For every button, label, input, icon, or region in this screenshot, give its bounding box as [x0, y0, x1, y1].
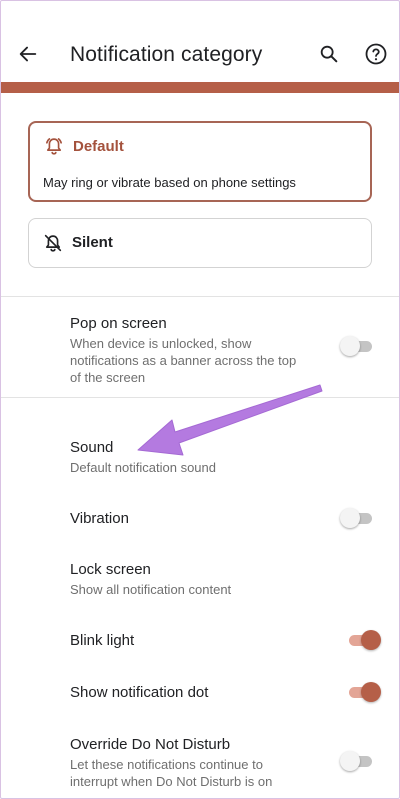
help-button[interactable] [361, 39, 391, 69]
vibration-title: Vibration [70, 510, 129, 527]
blink-light-title: Blink light [70, 632, 135, 649]
override-dnd-title: Override Do Not Disturb [70, 736, 231, 753]
toggle-thumb [361, 682, 381, 702]
override-dnd-toggle[interactable] [340, 750, 374, 772]
pop-on-screen-title: Pop on screen [70, 315, 167, 332]
bell-off-icon [42, 232, 64, 254]
sound-subtitle: Default notification sound [70, 460, 216, 475]
override-dnd-description: Let these notifications continue to inte… [70, 756, 328, 790]
notification-dot-title: Show notification dot [70, 684, 209, 701]
accent-bar [0, 82, 400, 93]
sound-title: Sound [70, 439, 114, 456]
override-dnd-description-line: interrupt when Do Not Disturb is on [70, 774, 273, 789]
override-dnd-description-line: Let these notifications continue to [70, 757, 263, 772]
notification-dot-row[interactable]: Show notification dot [0, 674, 400, 714]
sound-row[interactable]: Sound Default notification sound [0, 430, 400, 484]
bell-ring-icon [43, 135, 65, 157]
arrow-back-icon [19, 46, 37, 62]
lock-screen-subtitle: Show all notification content [70, 582, 232, 597]
vibration-row[interactable]: Vibration [0, 500, 400, 540]
blink-light-row[interactable]: Blink light [0, 622, 400, 662]
page-title: Notification category [70, 43, 263, 66]
lock-screen-row[interactable]: Lock screen Show all notification conten… [0, 552, 400, 602]
pop-on-screen-description: When device is unlocked, show notificati… [70, 335, 328, 386]
help-icon [365, 43, 387, 65]
vibration-toggle[interactable] [340, 507, 374, 529]
pop-on-screen-description-line: When device is unlocked, show [70, 336, 252, 351]
toggle-thumb [340, 508, 360, 528]
override-dnd-row[interactable]: Override Do Not Disturb Let these notifi… [0, 726, 400, 796]
default-option-card[interactable]: Default May ring or vibrate based on pho… [28, 121, 372, 202]
toggle-thumb [340, 336, 360, 356]
default-option-label: Default [73, 138, 124, 155]
pop-on-screen-description-line: of the screen [70, 370, 146, 385]
search-icon [320, 45, 338, 63]
silent-option-card[interactable]: Silent [28, 218, 372, 268]
blink-light-toggle[interactable] [347, 629, 381, 651]
silent-option-label: Silent [72, 234, 113, 251]
default-option-description: May ring or vibrate based on phone setti… [43, 175, 296, 190]
search-button[interactable] [314, 39, 344, 69]
pop-on-screen-toggle[interactable] [340, 335, 374, 357]
back-button[interactable] [12, 38, 44, 70]
toggle-thumb [361, 630, 381, 650]
notification-dot-toggle[interactable] [347, 681, 381, 703]
pop-on-screen-row[interactable]: Pop on screen When device is unlocked, s… [0, 297, 400, 397]
app-bar: Notification category [0, 0, 400, 82]
pop-on-screen-description-line: notifications as a banner across the top [70, 353, 297, 368]
toggle-thumb [340, 751, 360, 771]
divider [0, 397, 400, 398]
lock-screen-title: Lock screen [70, 561, 151, 578]
